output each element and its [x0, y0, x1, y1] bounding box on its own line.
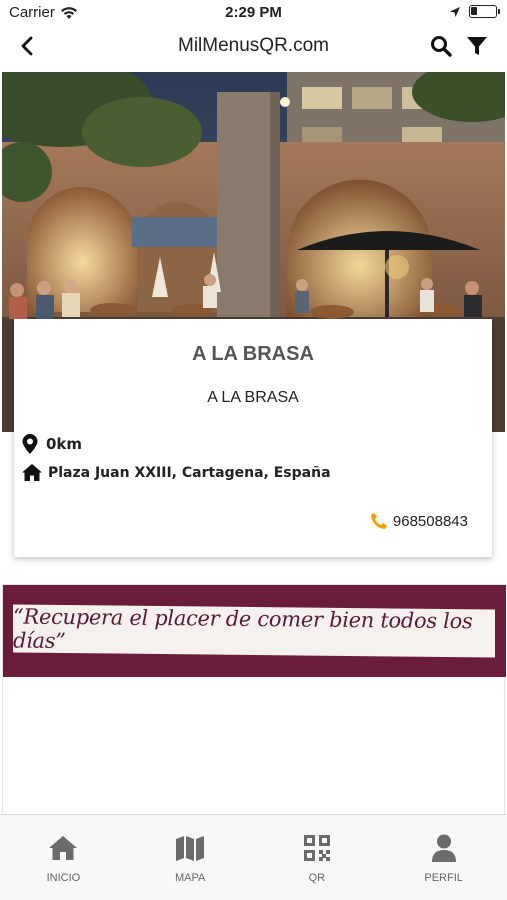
- status-time: 2:29 PM: [225, 4, 282, 21]
- map-marker-icon: [22, 434, 38, 454]
- status-bar: Carrier 2:29 PM: [0, 0, 507, 26]
- tab-inicio[interactable]: INICIO: [0, 815, 127, 900]
- restaurant-subtitle: A LA BRASA: [207, 389, 299, 406]
- nav-bar: MilMenusQR.com: [0, 26, 507, 66]
- restaurant-banner: “Recupera el placer de comer bien todos …: [3, 585, 506, 677]
- tab-label: INICIO: [46, 872, 81, 884]
- banner-strip: “Recupera el placer de comer bien todos …: [13, 604, 495, 658]
- address-row: Plaza Juan XXIII, Cartagena, España: [22, 464, 331, 481]
- tab-bar: INICIO MAPA QR PERFIL: [0, 814, 507, 900]
- restaurant-card-2[interactable]: “Recupera el placer de comer bien todos …: [2, 584, 506, 814]
- status-right: [449, 5, 500, 18]
- tab-label: MAPA: [174, 872, 206, 884]
- tab-perfil[interactable]: PERFIL: [380, 815, 507, 900]
- restaurant-name: A LA BRASA: [192, 343, 314, 365]
- location-arrow-icon: [450, 6, 460, 17]
- filter-icon[interactable]: [465, 34, 489, 58]
- address-value: Plaza Juan XXIII, Cartagena, España: [48, 464, 331, 481]
- distance-row: 0km: [22, 434, 82, 454]
- home-icon: [22, 464, 42, 481]
- search-icon[interactable]: [429, 34, 453, 58]
- battery-icon: [469, 5, 500, 18]
- tab-label: PERFIL: [424, 872, 463, 884]
- tab-qr[interactable]: QR: [254, 815, 381, 900]
- tab-label: QR: [308, 872, 326, 884]
- distance-value: 0km: [46, 435, 83, 453]
- banner-quote: “Recupera el placer de comer bien todos …: [13, 604, 473, 654]
- restaurant-card[interactable]: A LA BRASA A LA BRASA 0km Plaza Juan XXI…: [14, 319, 492, 557]
- tab-mapa[interactable]: MAPA: [127, 815, 254, 900]
- map-icon: [176, 836, 205, 861]
- restaurant-list[interactable]: A LA BRASA A LA BRASA 0km Plaza Juan XXI…: [0, 72, 507, 814]
- qr-icon: [303, 835, 330, 861]
- user-icon: [431, 834, 456, 862]
- home-icon: [49, 836, 78, 860]
- phone-icon: [370, 513, 387, 529]
- phone-number: 968508843: [392, 512, 468, 530]
- phone-link[interactable]: 968508843: [370, 512, 468, 530]
